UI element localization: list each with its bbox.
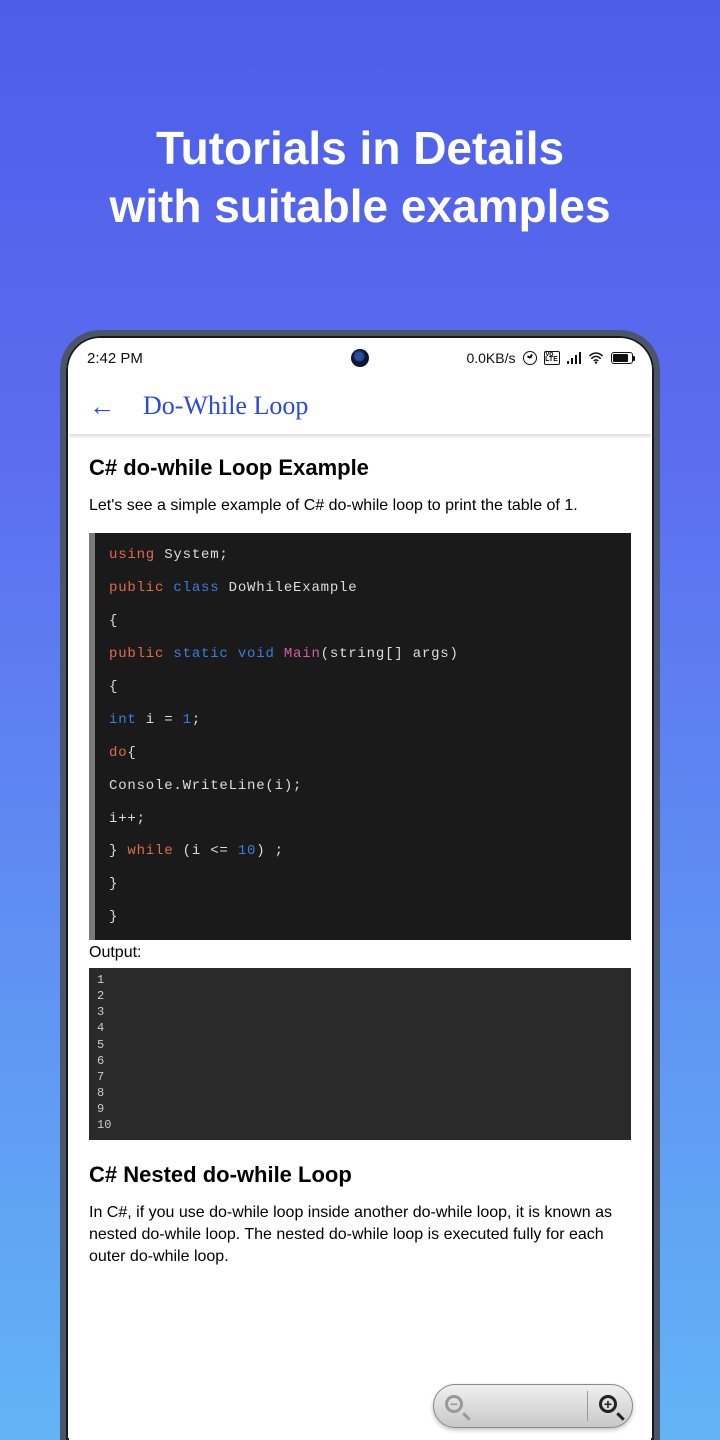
code-line: public static void Main(string[] args) xyxy=(109,641,631,668)
code-line: } xyxy=(109,904,631,931)
output-block: 12345678910 xyxy=(89,968,631,1140)
output-label: Output: xyxy=(89,944,631,962)
code-line: i++; xyxy=(109,806,631,833)
code-line: int i = 1; xyxy=(109,707,631,734)
code-line: using System; xyxy=(109,542,631,569)
zoom-control: − + xyxy=(433,1384,633,1428)
code-line: } xyxy=(109,871,631,898)
zoom-out-button[interactable]: − xyxy=(434,1384,478,1428)
phone-frame: 2:42 PM 0.0KB/s Vo LTE ← Do-While Loop C… xyxy=(60,330,660,1440)
code-line: { xyxy=(109,674,631,701)
zoom-in-button[interactable]: + xyxy=(588,1384,632,1428)
back-button[interactable]: ← xyxy=(89,393,115,419)
output-line: 10 xyxy=(97,1117,623,1133)
output-line: 5 xyxy=(97,1037,623,1053)
page-title: Do-While Loop xyxy=(143,391,308,421)
promo-heading: Tutorials in Details with suitable examp… xyxy=(0,0,720,235)
code-line: } while (i <= 10) ; xyxy=(109,838,631,865)
output-line: 1 xyxy=(97,972,623,988)
volte-icon: Vo LTE xyxy=(544,351,560,365)
status-right: 0.0KB/s Vo LTE xyxy=(466,350,633,366)
signal-icon xyxy=(567,352,582,364)
front-camera-icon xyxy=(351,349,369,367)
promo-line2: with suitable examples xyxy=(109,180,610,232)
code-block: using System; public class DoWhileExampl… xyxy=(89,533,631,939)
battery-icon xyxy=(611,352,633,364)
code-line: do{ xyxy=(109,740,631,767)
promo-line1: Tutorials in Details xyxy=(156,122,564,174)
code-line: public class DoWhileExample xyxy=(109,575,631,602)
net-speed: 0.0KB/s xyxy=(466,350,515,366)
section-heading-2: C# Nested do-while Loop xyxy=(89,1162,631,1188)
statusbar: 2:42 PM 0.0KB/s Vo LTE xyxy=(69,339,651,377)
output-line: 9 xyxy=(97,1101,623,1117)
zoom-in-icon: + xyxy=(599,1395,621,1417)
nested-paragraph: In C#, if you use do-while loop inside a… xyxy=(89,1202,631,1269)
code-line: Console.WriteLine(i); xyxy=(109,773,631,800)
output-line: 3 xyxy=(97,1004,623,1020)
output-line: 7 xyxy=(97,1069,623,1085)
output-line: 4 xyxy=(97,1020,623,1036)
code-line: { xyxy=(109,608,631,635)
app-bar: ← Do-While Loop xyxy=(69,377,651,435)
phone-screen: 2:42 PM 0.0KB/s Vo LTE ← Do-While Loop C… xyxy=(69,339,651,1440)
article-content[interactable]: C# do-while Loop Example Let's see a sim… xyxy=(69,435,651,1440)
alarm-icon xyxy=(523,351,537,365)
intro-paragraph: Let's see a simple example of C# do-whil… xyxy=(89,495,631,517)
output-line: 2 xyxy=(97,988,623,1004)
output-line: 8 xyxy=(97,1085,623,1101)
zoom-out-icon: − xyxy=(445,1395,467,1417)
section-heading: C# do-while Loop Example xyxy=(89,455,631,481)
statusbar-time: 2:42 PM xyxy=(87,350,143,367)
output-line: 6 xyxy=(97,1053,623,1069)
wifi-icon xyxy=(588,352,604,364)
